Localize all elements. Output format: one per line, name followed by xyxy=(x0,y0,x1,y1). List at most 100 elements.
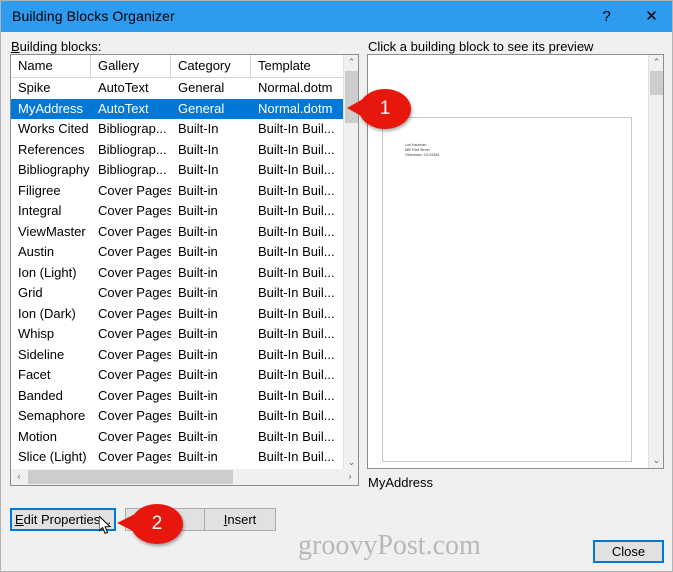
table-row[interactable]: Filigree Cover Pages Built-in Built-In Buil… xyxy=(11,181,343,202)
cell-template: Built-In Buil... xyxy=(258,387,335,403)
cell-gallery: Cover Pages xyxy=(98,408,171,423)
table-row[interactable]: Ion (Light) Cover Pages Built-in Built-In B… xyxy=(11,263,343,284)
cell-category: Built-in xyxy=(178,367,218,382)
cell-name: Integral xyxy=(18,203,62,218)
list-header-row: Name Gallery Category Template xyxy=(11,55,358,78)
cell-name: Grid xyxy=(18,285,43,300)
cell-category: Built-in xyxy=(178,326,218,341)
cell-category: Built-in xyxy=(178,305,218,321)
scroll-left-icon[interactable]: ‹ xyxy=(11,469,27,485)
table-row[interactable]: Slice (Light) Cover Pages Built-in Built-In… xyxy=(11,447,343,468)
cell-gallery: AutoText xyxy=(98,80,149,95)
table-row[interactable]: Semaphore Cover Pages Built-in Built-In Bui… xyxy=(11,406,343,427)
column-header-gallery[interactable]: Gallery xyxy=(91,55,171,77)
table-row[interactable]: Facet Cover Pages Built-in Built-In Buil... xyxy=(11,365,343,386)
cell-name: Bibliography xyxy=(18,162,90,177)
cell-name: Ion (Dark) xyxy=(18,305,76,321)
cell-category: Built-in xyxy=(178,182,218,198)
callout-marker-2: 2 xyxy=(117,504,185,544)
table-row[interactable]: Sideline Cover Pages Built-in Built-In Buil… xyxy=(11,345,343,366)
cell-gallery: Bibliograp... xyxy=(98,162,167,177)
cell-category: Built-in xyxy=(178,387,218,403)
building-blocks-label-rest: uilding blocks: xyxy=(19,39,102,54)
cell-template: Normal.dotm xyxy=(258,80,333,95)
cell-template: Built-In Buil... xyxy=(258,449,335,464)
cell-name: Whisp xyxy=(18,326,55,341)
cell-name: ViewMaster xyxy=(18,223,86,239)
cell-name: MyAddress xyxy=(18,100,84,116)
cell-name: Sideline xyxy=(18,346,65,362)
scroll-up-icon[interactable]: ⌃ xyxy=(344,55,358,70)
scroll-right-icon[interactable]: › xyxy=(342,469,358,485)
building-blocks-list[interactable]: Name Gallery Category Template Spike Auto… xyxy=(10,54,359,486)
table-row[interactable]: Integral Cover Pages Built-in Built-In Buil… xyxy=(11,201,343,222)
cell-category: Built-in xyxy=(178,428,218,444)
table-row[interactable]: Works Cited Bibliograp... Built-In Built-In… xyxy=(11,119,343,140)
cell-category: Built-In xyxy=(178,162,219,177)
table-row[interactable]: ViewMaster Cover Pages Built-in Built-In Bu… xyxy=(11,222,343,243)
cell-template: Built-In Buil... xyxy=(258,367,335,382)
close-button[interactable]: Close xyxy=(593,540,664,563)
cell-category: Built-in xyxy=(178,244,218,259)
list-vertical-scrollbar[interactable]: ⌃ ⌄ xyxy=(343,55,358,470)
cell-gallery: Cover Pages xyxy=(98,305,171,321)
cell-gallery: Cover Pages xyxy=(98,449,171,464)
cell-name: Spike xyxy=(18,80,51,95)
building-blocks-label: Building blocks: xyxy=(11,39,102,54)
hscrollbar-thumb[interactable] xyxy=(28,470,233,484)
cell-gallery: Bibliograp... xyxy=(98,121,167,136)
watermark: groovyPost.com xyxy=(298,530,481,561)
table-row[interactable]: Spike AutoText General Normal.dotm xyxy=(11,78,343,99)
cell-category: Built-in xyxy=(178,223,218,239)
cell-template: Built-In Buil... xyxy=(258,408,335,423)
cell-name: Semaphore xyxy=(18,408,86,423)
list-horizontal-scrollbar[interactable]: ‹ › xyxy=(11,469,358,485)
cell-category: General xyxy=(178,100,225,116)
column-header-template[interactable]: Template xyxy=(251,55,343,77)
cell-name: Facet xyxy=(18,367,51,382)
address-line-3: Othertown, CA 93455 xyxy=(405,153,440,158)
callout-marker-1-number: 1 xyxy=(379,98,391,119)
building-blocks-organizer-dialog: Building Blocks Organizer ? ✕ Building b… xyxy=(0,0,673,572)
table-row[interactable]: Bibliography Bibliograp... Built-In Built-I… xyxy=(11,160,343,181)
table-row[interactable]: Banded Cover Pages Built-in Built-In Buil..… xyxy=(11,386,343,407)
callout-marker-2-number: 2 xyxy=(151,513,163,534)
preview-document-page: Lori Kaufman 880 First Street Othertown,… xyxy=(382,117,632,462)
insert-label-rest: nsert xyxy=(227,512,257,527)
table-row[interactable]: Whisp Cover Pages Built-in Built-In Buil... xyxy=(11,324,343,345)
preview-scrollbar-thumb[interactable] xyxy=(650,71,663,95)
preview-scroll-down-icon[interactable]: ⌄ xyxy=(649,453,663,468)
cell-gallery: Cover Pages xyxy=(98,264,171,280)
cell-category: Built-in xyxy=(178,449,218,464)
table-row[interactable]: Motion Cover Pages Built-in Built-In Buil..… xyxy=(11,427,343,448)
cell-gallery: Bibliograp... xyxy=(98,141,167,157)
mouse-cursor-icon xyxy=(99,516,112,535)
table-row[interactable]: References Bibliograp... Built-In Built-In … xyxy=(11,140,343,161)
preview-vertical-scrollbar[interactable]: ⌃ ⌄ xyxy=(648,55,663,468)
close-icon[interactable]: ✕ xyxy=(629,1,672,32)
cell-name: Austin xyxy=(18,244,55,259)
cell-category: Built-In xyxy=(178,121,219,136)
cell-gallery: Cover Pages xyxy=(98,326,171,341)
cell-name: Slice (Light) xyxy=(18,449,87,464)
cell-template: Built-In Buil... xyxy=(258,182,335,198)
column-header-name[interactable]: Name xyxy=(11,55,91,77)
table-row[interactable]: Grid Cover Pages Built-in Built-In Buil... xyxy=(11,283,343,304)
preview-scroll-up-icon[interactable]: ⌃ xyxy=(649,55,663,70)
insert-button[interactable]: Insert xyxy=(204,508,276,531)
cell-template: Built-In Buil... xyxy=(258,285,335,300)
cell-gallery: Cover Pages xyxy=(98,387,171,403)
cell-gallery: AutoText xyxy=(98,100,149,116)
cell-name: Ion (Light) xyxy=(18,264,77,280)
scroll-down-icon[interactable]: ⌄ xyxy=(344,455,358,470)
table-row[interactable]: MyAddress AutoText General Normal.dotm xyxy=(11,98,343,119)
help-icon[interactable]: ? xyxy=(584,1,629,32)
cell-gallery: Cover Pages xyxy=(98,346,171,362)
cell-template: Built-In Buil... xyxy=(258,244,335,259)
cell-category: Built-in xyxy=(178,203,218,218)
table-row[interactable]: Austin Cover Pages Built-in Built-In Buil..… xyxy=(11,242,343,263)
cell-category: General xyxy=(178,80,225,95)
table-row[interactable]: Ion (Dark) Cover Pages Built-in Built-In Bu… xyxy=(11,304,343,325)
column-header-category[interactable]: Category xyxy=(171,55,251,77)
cell-name: Banded xyxy=(18,387,63,403)
